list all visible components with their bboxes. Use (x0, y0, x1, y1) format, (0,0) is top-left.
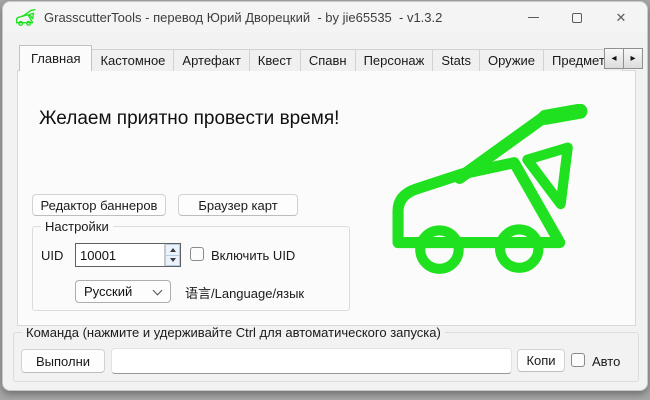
copy-button[interactable]: Копи (517, 349, 565, 372)
uid-spin-up-button[interactable] (165, 244, 180, 255)
spin-up-icon (170, 248, 176, 252)
minimize-icon (528, 17, 539, 18)
arrow-right-icon: ▸ (630, 53, 635, 64)
uid-input[interactable] (76, 244, 164, 266)
tab-scroll-buttons: ◂ ▸ (605, 48, 643, 69)
tab-bar: Главная Кастомное Артефакт Квест Спавн П… (19, 45, 623, 71)
tab-custom[interactable]: Кастомное (91, 49, 174, 71)
arrow-left-icon: ◂ (611, 53, 616, 64)
welcome-text: Желаем приятно провести время! (39, 108, 339, 130)
command-input[interactable] (111, 348, 512, 374)
tab-quest[interactable]: Квест (249, 49, 301, 71)
desktop-background: GrasscutterTools - перевод Юрий Дворецки… (0, 0, 650, 400)
uid-spinbox (75, 243, 181, 267)
app-logo-icon (16, 9, 36, 26)
auto-label: Авто (592, 354, 620, 369)
minimize-button[interactable] (511, 2, 555, 33)
chevron-down-icon (153, 286, 163, 296)
app-window: GrasscutterTools - перевод Юрий Дворецки… (2, 1, 648, 391)
tab-scroll-left-button[interactable]: ◂ (604, 48, 624, 69)
tab-spawn[interactable]: Спавн (300, 49, 356, 71)
close-icon: ✕ (616, 11, 627, 24)
maximize-button[interactable] (555, 2, 599, 33)
map-browser-button[interactable]: Браузер карт (178, 194, 298, 216)
close-button[interactable]: ✕ (599, 2, 643, 33)
title-bar[interactable]: GrasscutterTools - перевод Юрий Дворецки… (3, 2, 647, 33)
language-selected-value: Русский (84, 284, 132, 299)
banner-editor-button[interactable]: Редактор баннеров (32, 194, 166, 216)
enable-uid-checkbox[interactable] (190, 247, 204, 261)
tab-artifact[interactable]: Артефакт (173, 49, 249, 71)
main-tab-page: Желаем приятно провести время! Редактор … (17, 70, 636, 326)
language-label: 语言/Language/язык (185, 283, 304, 302)
tab-character[interactable]: Персонаж (355, 49, 434, 71)
window-title: GrasscutterTools - перевод Юрий Дворецки… (44, 10, 442, 25)
window-controls: ✕ (511, 2, 643, 33)
language-select[interactable]: Русский (75, 280, 171, 303)
settings-group: Настройки UID Включить UID (32, 226, 350, 311)
tab-main[interactable]: Главная (19, 45, 92, 71)
uid-label: UID (41, 248, 63, 263)
uid-spinner (164, 244, 180, 266)
command-group-title: Команда (нажмите и удерживайте Ctrl для … (22, 325, 445, 340)
enable-uid-label: Включить UID (211, 248, 295, 263)
tab-scroll-right-button[interactable]: ▸ (623, 48, 643, 69)
command-group: Команда (нажмите и удерживайте Ctrl для … (13, 332, 639, 382)
spin-down-icon (170, 258, 176, 262)
run-command-button[interactable]: Выполни (21, 349, 105, 373)
settings-group-title: Настройки (41, 219, 113, 234)
grasscutter-logo (392, 104, 594, 276)
tab-stats[interactable]: Stats (432, 49, 480, 71)
auto-checkbox[interactable] (571, 353, 585, 367)
maximize-icon (572, 13, 582, 23)
tab-weapon[interactable]: Оружие (479, 49, 544, 71)
uid-spin-down-button[interactable] (165, 255, 180, 267)
